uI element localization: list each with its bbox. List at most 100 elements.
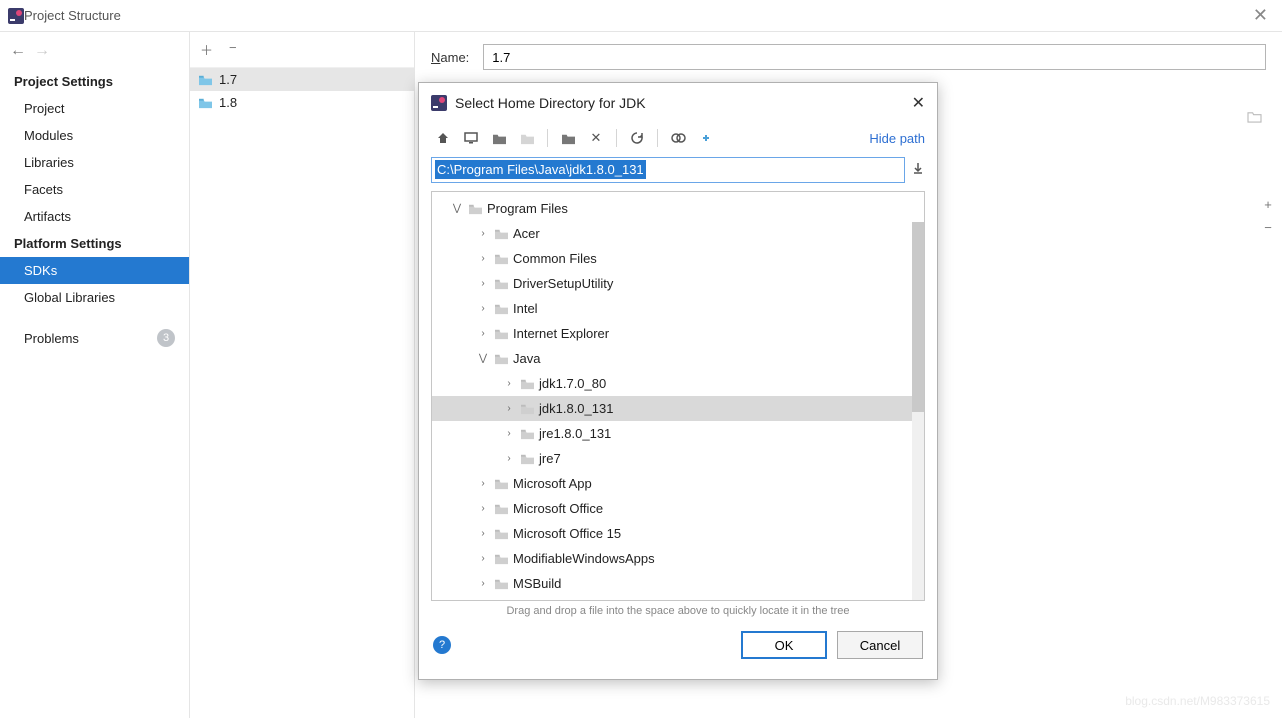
folder-icon — [494, 477, 509, 490]
add-classpath-icon[interactable]: + — [1264, 197, 1272, 212]
tree-node[interactable]: ›Common Files — [432, 246, 924, 271]
new-folder-icon[interactable]: + — [556, 127, 580, 149]
path-input[interactable] — [431, 157, 905, 183]
chevron-right-icon[interactable]: › — [476, 253, 490, 264]
sidebar-item-libraries[interactable]: Libraries — [0, 149, 189, 176]
tree-node[interactable]: › Microsoft Office 15 — [432, 521, 924, 546]
desktop-icon[interactable] — [459, 127, 483, 149]
main-close-icon[interactable]: ✕ — [1247, 5, 1274, 26]
tree-node[interactable]: › Microsoft Office — [432, 496, 924, 521]
folder-icon — [494, 502, 509, 515]
tree-node[interactable]: ›jdk1.7.0_80 — [432, 371, 924, 396]
chevron-right-icon[interactable]: › — [476, 228, 490, 239]
problems-count-badge: 3 — [157, 329, 175, 347]
chevron-right-icon[interactable]: › — [476, 303, 490, 314]
tree-node[interactable]: › Intel — [432, 296, 924, 321]
cancel-button[interactable]: Cancel — [837, 631, 923, 659]
folder-icon — [198, 96, 213, 109]
folder-icon — [494, 577, 509, 590]
tree-node[interactable]: › ModifiableWindowsApps — [432, 546, 924, 571]
drop-hint: Drag and drop a file into the space abov… — [419, 601, 937, 621]
tree-node[interactable]: › Microsoft App — [432, 471, 924, 496]
chevron-right-icon[interactable]: › — [502, 453, 516, 464]
chevron-right-icon[interactable]: › — [502, 428, 516, 439]
refresh-icon[interactable] — [625, 127, 649, 149]
main-titlebar: Project Structure ✕ — [0, 0, 1282, 32]
help-icon[interactable]: ? — [433, 636, 451, 654]
sdk-name-input[interactable] — [483, 44, 1266, 70]
tree-node-label: jre1.8.0_131 — [539, 426, 611, 441]
open-folder-icon[interactable] — [1247, 110, 1262, 126]
tree-node-label: Intel — [513, 301, 538, 316]
tree-node-label: Microsoft Office — [513, 501, 603, 516]
tree-node-label: Microsoft App — [513, 476, 592, 491]
ok-button[interactable]: OK — [741, 631, 827, 659]
sdk-list-item[interactable]: 1.7 — [190, 68, 414, 91]
tree-node-label: Acer — [513, 226, 540, 241]
dialog-close-icon[interactable]: ✕ — [912, 93, 925, 113]
chevron-right-icon[interactable]: › — [476, 503, 490, 514]
remove-sdk-icon[interactable]: − — [229, 40, 237, 59]
chevron-right-icon[interactable]: › — [476, 578, 490, 589]
folder-icon — [494, 552, 509, 565]
intellij-icon — [431, 95, 447, 111]
chevron-down-icon[interactable]: ⋁ — [450, 203, 464, 214]
chevron-right-icon[interactable]: › — [476, 553, 490, 564]
tree-node-label: ModifiableWindowsApps — [513, 551, 655, 566]
project-icon[interactable] — [487, 127, 511, 149]
add-sdk-icon[interactable]: ＋ — [200, 40, 213, 59]
tree-node-label: Java — [513, 351, 540, 366]
sidebar-heading: Platform Settings — [0, 230, 189, 257]
tree-scrollbar-thumb[interactable] — [912, 222, 924, 412]
tree-node-label: DriverSetupUtility — [513, 276, 613, 291]
add-path-icon[interactable] — [694, 127, 718, 149]
show-hidden-icon[interactable] — [666, 127, 690, 149]
select-jdk-home-dialog: Select Home Directory for JDK ✕ + ✕ Hide… — [418, 82, 938, 680]
tree-node[interactable]: › DriverSetupUtility — [432, 271, 924, 296]
delete-icon[interactable]: ✕ — [584, 127, 608, 149]
tree-node[interactable]: › jre7 — [432, 446, 924, 471]
chevron-right-icon[interactable]: › — [476, 528, 490, 539]
nav-forward-icon[interactable]: → — [34, 42, 50, 60]
folder-icon — [520, 402, 535, 415]
nav-back-icon[interactable]: ← — [10, 42, 26, 60]
tree-node-label: Internet Explorer — [513, 326, 609, 341]
tree-node-label: Microsoft Office 15 — [513, 526, 621, 541]
chevron-down-icon[interactable]: ⋁ — [476, 353, 490, 364]
tree-node[interactable]: ›nodejs — [432, 596, 924, 601]
tree-node-label: MSBuild — [513, 576, 561, 591]
directory-tree[interactable]: ⋁Program Files›Acer›Common Files›DriverS… — [431, 191, 925, 601]
sidebar-item-modules[interactable]: Modules — [0, 122, 189, 149]
hide-path-link[interactable]: Hide path — [869, 131, 925, 146]
tree-node[interactable]: ⋁ Java — [432, 346, 924, 371]
chevron-right-icon[interactable]: › — [502, 378, 516, 389]
history-dropdown-icon[interactable] — [911, 161, 925, 180]
sidebar-item-facets[interactable]: Facets — [0, 176, 189, 203]
tree-node[interactable]: › MSBuild — [432, 571, 924, 596]
sdk-list-item[interactable]: 1.8 — [190, 91, 414, 114]
chevron-right-icon[interactable]: › — [476, 278, 490, 289]
tree-node[interactable]: ›jdk1.8.0_131 — [432, 396, 924, 421]
home-icon[interactable] — [431, 127, 455, 149]
remove-classpath-icon[interactable]: − — [1264, 220, 1272, 235]
tree-node-label: Program Files — [487, 201, 568, 216]
sidebar-item-project[interactable]: Project — [0, 95, 189, 122]
chevron-right-icon[interactable]: › — [476, 478, 490, 489]
svg-text:+: + — [571, 132, 576, 141]
chevron-right-icon[interactable]: › — [502, 403, 516, 414]
tree-node[interactable]: › jre1.8.0_131 — [432, 421, 924, 446]
tree-node[interactable]: › Acer — [432, 221, 924, 246]
tree-node-label: jre7 — [539, 451, 561, 466]
main-title: Project Structure — [24, 8, 121, 23]
chevron-right-icon[interactable]: › — [476, 328, 490, 339]
sidebar-item-problems[interactable]: Problems 3 — [0, 323, 189, 353]
dialog-title: Select Home Directory for JDK — [455, 95, 646, 111]
folder-icon — [494, 302, 509, 315]
tree-node[interactable]: › Internet Explorer — [432, 321, 924, 346]
sidebar-item-global-libraries[interactable]: Global Libraries — [0, 284, 189, 311]
name-label: NaName:me: — [431, 50, 469, 65]
sidebar-item-artifacts[interactable]: Artifacts — [0, 203, 189, 230]
sidebar-item-sdks[interactable]: SDKs — [0, 257, 189, 284]
settings-sidebar: ← → Project SettingsProjectModulesLibrar… — [0, 32, 190, 718]
tree-node[interactable]: ⋁ Program Files — [432, 196, 924, 221]
